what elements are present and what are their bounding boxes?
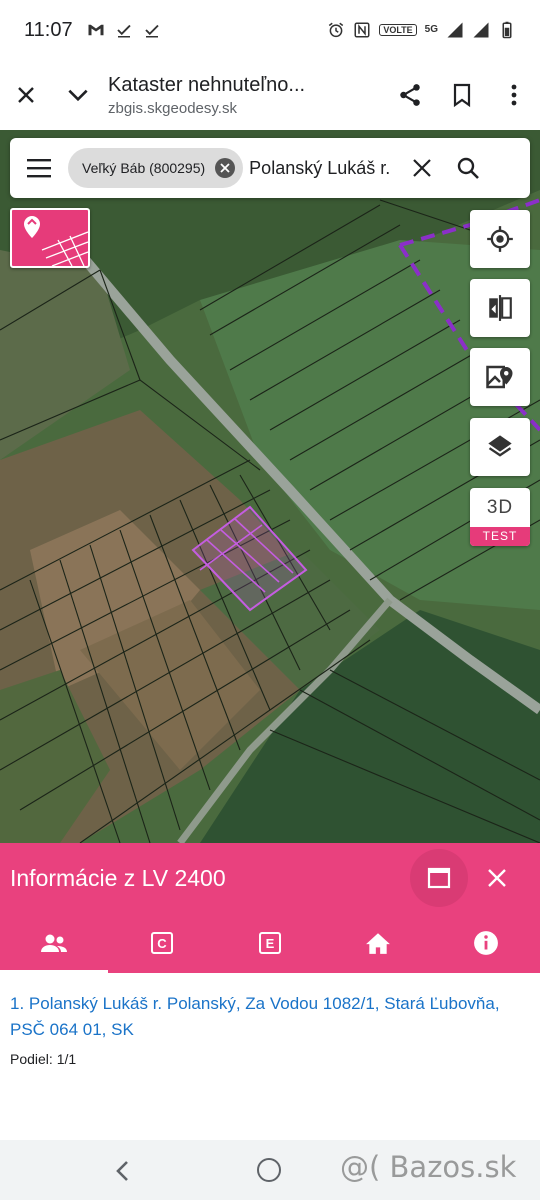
- page-title-block: Kataster nehnuteľno... zbgis.skgeodesy.s…: [104, 74, 384, 117]
- chevron-down-icon: [68, 89, 88, 102]
- gmail-icon: [88, 24, 104, 36]
- page-title: Kataster nehnuteľno...: [108, 73, 306, 96]
- close-icon: [413, 159, 431, 177]
- close-tab-button[interactable]: [0, 69, 52, 121]
- chip-remove-button[interactable]: [215, 158, 236, 178]
- signal-icon: [447, 22, 463, 38]
- alarm-icon: [329, 22, 344, 38]
- layers-icon: [488, 435, 512, 457]
- search-input[interactable]: Polanský Lukáš r.: [249, 158, 399, 179]
- system-icons: VOLTE 5G: [327, 21, 516, 39]
- ownership-share: Podiel: 1/1: [10, 1051, 77, 1067]
- download-done-icon: [144, 24, 159, 38]
- page-url: zbgis.skgeodesy.sk: [108, 99, 237, 117]
- watermark: @( Bazos.sk: [340, 1150, 517, 1184]
- cadastre-layer-icon: [24, 216, 88, 266]
- map-layer-thumbnail[interactable]: [10, 208, 90, 268]
- close-icon: [488, 869, 506, 887]
- map-pin-icon: [486, 365, 513, 389]
- nfc-icon: [354, 22, 370, 38]
- back-icon[interactable]: [108, 1156, 138, 1186]
- info-panel-body: 1. Polanský Lukáš r. Polanský, Za Vodou …: [0, 973, 540, 1140]
- maximize-panel-button[interactable]: [410, 849, 468, 907]
- chip-label: Veľký Báb (800295): [82, 160, 206, 176]
- hamburger-menu-icon: [27, 159, 51, 178]
- clear-search-button[interactable]: [399, 138, 445, 198]
- home-button[interactable]: [257, 1158, 281, 1182]
- more-vert-icon: [511, 84, 517, 106]
- signal-icon: [473, 22, 489, 38]
- more-options-button[interactable]: [488, 69, 540, 121]
- search-bar: Veľký Báb (800295) Polanský Lukáš r.: [10, 138, 530, 198]
- compare-maps-button[interactable]: [470, 279, 530, 337]
- bookmark-button[interactable]: [436, 69, 488, 121]
- minimize-button[interactable]: [52, 69, 104, 121]
- download-done-icon: [116, 24, 131, 38]
- browser-toolbar: Kataster nehnuteľno... zbgis.skgeodesy.s…: [0, 60, 540, 130]
- cadastral-map[interactable]: Veľký Báb (800295) Polanský Lukáš r. 3D …: [0, 130, 540, 843]
- menu-button[interactable]: [10, 138, 68, 198]
- 3d-label: 3D: [486, 497, 514, 518]
- compare-icon: [489, 295, 512, 321]
- bookmark-icon: [453, 83, 471, 108]
- info-panel-title: Informácie z LV 2400: [10, 864, 226, 891]
- tab-c-register[interactable]: C: [108, 913, 216, 973]
- owner-link[interactable]: 1. Polanský Lukáš r. Polanský, Za Vodou …: [10, 991, 530, 1043]
- layers-button[interactable]: [470, 418, 530, 476]
- tab-owners[interactable]: [0, 913, 108, 973]
- tab-buildings[interactable]: [324, 913, 432, 973]
- status-time: 11:07: [24, 18, 73, 41]
- close-icon: [220, 163, 230, 173]
- info-panel-header: Informácie z LV 2400: [0, 843, 540, 913]
- my-location-button[interactable]: [470, 210, 530, 268]
- google-maps-button[interactable]: [470, 348, 530, 406]
- status-bar: 11:07 VOLTE 5G: [0, 0, 540, 60]
- notification-icons: [87, 21, 161, 39]
- volte-badge: VOLTE: [379, 24, 417, 36]
- people-icon: [41, 934, 67, 952]
- 3d-test-button[interactable]: 3D TEST: [470, 488, 530, 546]
- share-button[interactable]: [384, 69, 436, 121]
- e-box-icon: E: [259, 932, 281, 954]
- test-badge: TEST: [470, 527, 530, 546]
- close-icon: [18, 87, 34, 103]
- search-button[interactable]: [445, 138, 491, 198]
- share-icon: [400, 84, 420, 106]
- info-icon: [474, 931, 498, 955]
- c-box-icon: C: [151, 932, 173, 954]
- info-tabs: C E: [0, 913, 540, 973]
- close-panel-button[interactable]: [468, 849, 526, 907]
- battery-icon: [502, 21, 512, 39]
- system-navigation-bar: @( Bazos.sk: [0, 1140, 540, 1200]
- search-icon: [457, 157, 480, 179]
- maximize-icon: [427, 867, 451, 889]
- gps-icon: [487, 226, 513, 252]
- tab-info[interactable]: [432, 913, 540, 973]
- home-icon: [366, 933, 390, 954]
- 5g-icon: 5G: [424, 24, 438, 35]
- tab-e-register[interactable]: E: [216, 913, 324, 973]
- cadastral-area-chip[interactable]: Veľký Báb (800295): [68, 148, 244, 188]
